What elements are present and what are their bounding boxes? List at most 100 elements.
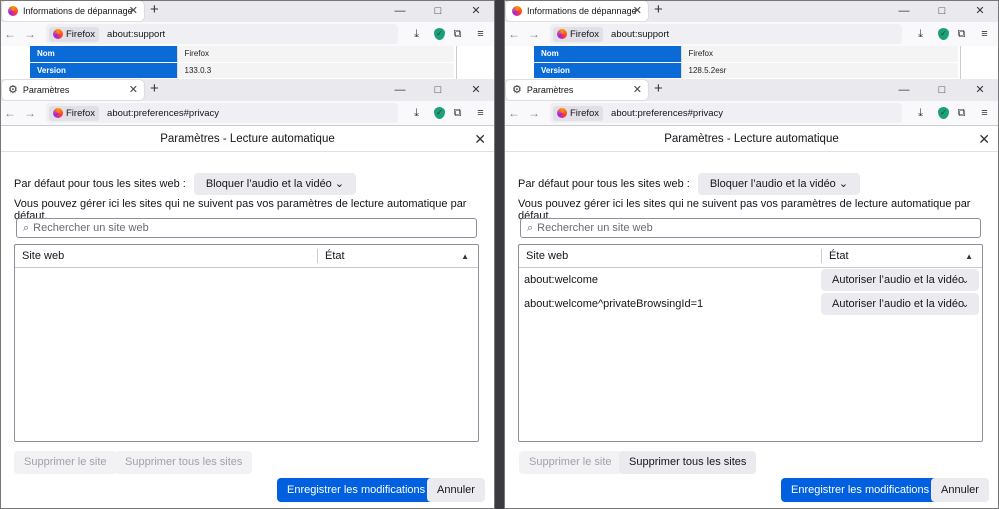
window-controls: — □ ✕ bbox=[885, 0, 999, 22]
url-bar[interactable]: Firefox about:preferences#privacy bbox=[550, 103, 902, 123]
permission-select[interactable]: Autoriser l’audio et la vidéo ⌄ bbox=[821, 269, 979, 291]
scrollbar[interactable] bbox=[960, 46, 961, 79]
tab-support[interactable]: Informations de dépannage ✕ bbox=[506, 1, 648, 21]
cancel-button[interactable]: Annuler bbox=[427, 478, 485, 502]
close-window-icon[interactable]: ✕ bbox=[961, 79, 999, 101]
permission-select[interactable]: Autoriser l’audio et la vidéo ⌄ bbox=[821, 293, 979, 315]
toolbar-icons: ⤓ ✓ ⧉ ≡ bbox=[910, 24, 995, 44]
tab-settings[interactable]: ⚙ Paramètres ✕ bbox=[506, 80, 648, 100]
shield-icon[interactable]: ✓ bbox=[938, 107, 949, 119]
permission-value: Autoriser l’audio et la vidéo bbox=[832, 274, 965, 286]
column-header-site[interactable]: Site web bbox=[519, 249, 822, 263]
toolbar-icons: ⤓ ✓ ⧉ ≡ bbox=[910, 103, 995, 123]
maximize-icon[interactable]: □ bbox=[419, 0, 457, 22]
table-row: Version 133.0.3 bbox=[30, 62, 454, 79]
menu-icon[interactable]: ≡ bbox=[470, 103, 491, 123]
url-bar[interactable]: Firefox about:support bbox=[550, 24, 902, 44]
extensions-icon[interactable]: ⧉ bbox=[447, 24, 468, 44]
column-header-state[interactable]: État bbox=[822, 250, 849, 262]
cancel-button[interactable]: Annuler bbox=[931, 478, 989, 502]
shield-icon[interactable]: ✓ bbox=[434, 107, 445, 119]
support-key: Nom bbox=[30, 46, 177, 63]
firefox-icon bbox=[53, 29, 63, 39]
identity-box[interactable]: Firefox bbox=[553, 26, 604, 42]
minimize-icon[interactable]: — bbox=[885, 0, 923, 22]
back-arrow-icon[interactable]: ← bbox=[0, 106, 20, 120]
shield-icon[interactable]: ✓ bbox=[938, 28, 949, 40]
close-window-icon[interactable]: ✕ bbox=[961, 0, 999, 22]
tab-settings[interactable]: ⚙ Paramètres ✕ bbox=[2, 80, 144, 100]
url-bar[interactable]: Firefox about:preferences#privacy bbox=[46, 103, 398, 123]
identity-box[interactable]: Firefox bbox=[553, 105, 604, 121]
minimize-icon[interactable]: — bbox=[885, 79, 923, 101]
close-tab-icon[interactable]: ✕ bbox=[129, 83, 138, 96]
save-button[interactable]: Enregistrer les modifications bbox=[277, 478, 436, 502]
table-row[interactable]: about:welcome^privateBrowsingId=1 Autori… bbox=[519, 292, 982, 316]
support-table: Nom Firefox Version 128.5.2esr bbox=[534, 46, 958, 79]
identity-box[interactable]: Firefox bbox=[49, 105, 100, 121]
minimize-icon[interactable]: — bbox=[381, 79, 419, 101]
url-text[interactable]: about:support bbox=[611, 29, 669, 40]
forward-arrow-icon[interactable]: → bbox=[20, 27, 40, 41]
back-arrow-icon[interactable]: ← bbox=[0, 27, 20, 41]
menu-icon[interactable]: ≡ bbox=[470, 24, 491, 44]
new-tab-icon[interactable]: + bbox=[654, 80, 663, 97]
search-input[interactable]: ⌕ Rechercher un site web bbox=[520, 218, 981, 238]
forward-arrow-icon[interactable]: → bbox=[524, 27, 544, 41]
tab-support[interactable]: Informations de dépannage ✕ bbox=[2, 1, 144, 21]
close-tab-icon[interactable]: ✕ bbox=[633, 83, 642, 96]
url-text[interactable]: about:preferences#privacy bbox=[107, 108, 219, 119]
maximize-icon[interactable]: □ bbox=[923, 79, 961, 101]
table-header: Site web État ▲ bbox=[15, 245, 478, 268]
menu-icon[interactable]: ≡ bbox=[974, 24, 995, 44]
tab-title: Informations de dépannage bbox=[23, 6, 133, 16]
dialog-close-icon[interactable]: ✕ bbox=[978, 131, 990, 148]
column-header-site[interactable]: Site web bbox=[15, 249, 318, 263]
menu-icon[interactable]: ≡ bbox=[974, 103, 995, 123]
extensions-icon[interactable]: ⧉ bbox=[951, 103, 972, 123]
forward-arrow-icon[interactable]: → bbox=[20, 106, 40, 120]
default-row: Par défaut pour tous les sites web : Blo… bbox=[14, 173, 357, 195]
extensions-icon[interactable]: ⧉ bbox=[447, 103, 468, 123]
close-tab-icon[interactable]: ✕ bbox=[633, 4, 642, 17]
close-window-icon[interactable]: ✕ bbox=[457, 0, 495, 22]
close-tab-icon[interactable]: ✕ bbox=[129, 4, 138, 17]
scrollbar[interactable] bbox=[456, 46, 457, 79]
remove-all-sites-button[interactable]: Supprimer tous les sites bbox=[619, 451, 757, 474]
identity-box[interactable]: Firefox bbox=[49, 26, 100, 42]
remove-site-button[interactable]: Supprimer le site bbox=[14, 451, 117, 474]
maximize-icon[interactable]: □ bbox=[419, 79, 457, 101]
new-tab-icon[interactable]: + bbox=[150, 1, 159, 18]
download-icon[interactable]: ⤓ bbox=[406, 103, 427, 123]
default-select[interactable]: Bloquer l’audio et la vidéo ⌄ bbox=[193, 173, 357, 195]
minimize-icon[interactable]: — bbox=[381, 0, 419, 22]
remove-all-sites-button[interactable]: Supprimer tous les sites bbox=[115, 451, 253, 474]
back-arrow-icon[interactable]: ← bbox=[504, 106, 524, 120]
column-header-state[interactable]: État bbox=[318, 250, 345, 262]
new-tab-icon[interactable]: + bbox=[150, 80, 159, 97]
extensions-icon[interactable]: ⧉ bbox=[951, 24, 972, 44]
search-input[interactable]: ⌕ Rechercher un site web bbox=[16, 218, 477, 238]
sites-table: Site web État ▲ bbox=[14, 244, 479, 442]
remove-site-button[interactable]: Supprimer le site bbox=[519, 451, 622, 474]
url-text[interactable]: about:preferences#privacy bbox=[611, 108, 723, 119]
download-icon[interactable]: ⤓ bbox=[406, 24, 427, 44]
remove-site-label: Supprimer le site bbox=[24, 456, 107, 468]
sites-table: Site web État ▲ about:welcome Autoriser … bbox=[518, 244, 983, 442]
forward-arrow-icon[interactable]: → bbox=[524, 106, 544, 120]
maximize-icon[interactable]: □ bbox=[923, 0, 961, 22]
back-arrow-icon[interactable]: ← bbox=[504, 27, 524, 41]
new-tab-icon[interactable]: + bbox=[654, 1, 663, 18]
shield-icon[interactable]: ✓ bbox=[434, 28, 445, 40]
close-window-icon[interactable]: ✕ bbox=[457, 79, 495, 101]
save-button[interactable]: Enregistrer les modifications bbox=[781, 478, 940, 502]
dialog-close-icon[interactable]: ✕ bbox=[474, 131, 486, 148]
default-select[interactable]: Bloquer l’audio et la vidéo ⌄ bbox=[697, 173, 861, 195]
divider bbox=[504, 151, 999, 152]
url-bar[interactable]: Firefox about:support bbox=[46, 24, 398, 44]
url-text[interactable]: about:support bbox=[107, 29, 165, 40]
download-icon[interactable]: ⤓ bbox=[910, 24, 931, 44]
table-row: Nom Firefox bbox=[534, 46, 958, 63]
table-row[interactable]: about:welcome Autoriser l’audio et la vi… bbox=[519, 268, 982, 292]
download-icon[interactable]: ⤓ bbox=[910, 103, 931, 123]
